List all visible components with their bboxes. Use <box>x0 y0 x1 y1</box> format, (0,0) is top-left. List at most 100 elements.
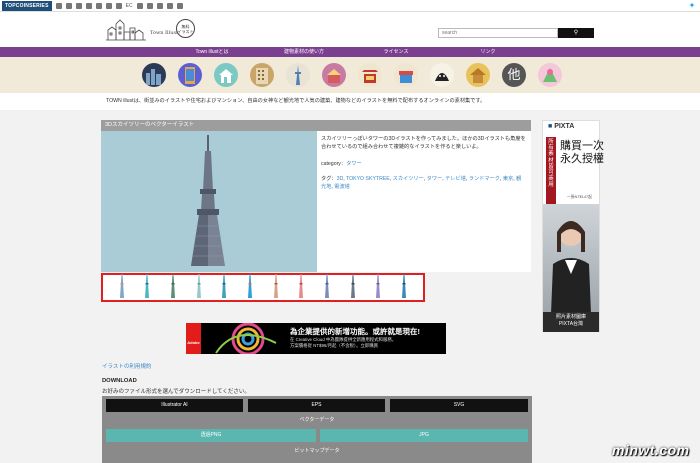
copy-icon[interactable] <box>65 2 72 9</box>
thumbnail-variant[interactable] <box>143 274 151 298</box>
badge-line2: イラスト <box>177 29 194 34</box>
search-input[interactable] <box>438 28 558 38</box>
side-ad-headline-2: 永久授權 <box>560 152 604 165</box>
building-icon[interactable] <box>178 63 202 87</box>
fish-icon[interactable] <box>136 2 143 9</box>
tag-link[interactable]: テレビ塔 <box>445 176 466 182</box>
tag-link[interactable]: タワー <box>427 176 443 182</box>
ad-subline-2: 方案價格從 NT$96/月起（不含稅）。立即購買 <box>290 343 379 348</box>
shop-icon[interactable] <box>394 63 418 87</box>
ad-headline: 為企業提供的新增功能。或許就是現在! <box>290 327 420 336</box>
tags-label: タグ： <box>321 176 337 182</box>
house-icon[interactable] <box>214 63 238 87</box>
search-box: ⚲ <box>438 28 594 38</box>
thumbnail-variant[interactable] <box>297 274 305 298</box>
side-ad-headline: 購買一次 永久授權 <box>560 139 604 165</box>
site-intro: TOWN illustは、街並みのイラストや住宅およびマンション、自由の女神など… <box>106 98 486 104</box>
clock-icon[interactable] <box>75 2 82 9</box>
tag-link[interactable]: 3D <box>337 176 344 182</box>
thumbnail-variant[interactable] <box>220 274 228 298</box>
article-title: 3Dスカイツリーのベクターイラスト <box>101 120 531 131</box>
thumbnail-variant[interactable] <box>400 274 408 298</box>
category-link[interactable]: タワー <box>346 161 362 167</box>
nav-item-links[interactable]: リンク <box>442 47 534 57</box>
tag-link[interactable]: 電波塔 <box>334 184 350 190</box>
site-header: Town Illust 無料 イラスト <box>0 12 700 47</box>
thumbnail-variant[interactable] <box>195 274 203 298</box>
download-eps-button[interactable]: EPS <box>248 399 385 412</box>
nav-item-about[interactable]: Town illustとは <box>166 47 258 57</box>
download-subtitle: お好みのファイル形式を選んでダウンロードしてください。 <box>102 389 250 395</box>
category-icon-strip: 他 <box>0 57 700 93</box>
side-ad-footer: 照片素材圖庫 PIXTA台灣 <box>543 312 599 332</box>
thumbnail-variant[interactable] <box>349 274 357 298</box>
color-variation-thumbnails <box>101 273 425 302</box>
side-ad-headline-1: 購買一次 <box>560 139 604 152</box>
search-button[interactable]: ⚲ <box>558 28 594 38</box>
free-illust-badge: 無料 イラスト <box>176 19 195 38</box>
thumbnail-variant[interactable] <box>272 274 280 298</box>
download-png-button[interactable]: 透過PNG <box>106 429 316 442</box>
main-nav: Town illustとは 建物素材の使い方 ライセンス リンク <box>0 47 700 57</box>
side-ad-footer-line2: PIXTA台灣 <box>558 321 584 327</box>
film-icon[interactable] <box>166 2 173 9</box>
nav-item-usage[interactable]: 建物素材の使い方 <box>258 47 350 57</box>
tag-link[interactable]: ランドマーク <box>469 176 500 182</box>
cart-icon[interactable] <box>146 2 153 9</box>
tag-icon[interactable] <box>115 2 122 9</box>
search-icon: ⚲ <box>573 30 579 36</box>
side-ad-red-band: 所有素材皆可商用 <box>546 137 556 209</box>
top-bar: TOPCOINSERIES EC ✦ <box>0 0 700 12</box>
castle-icon[interactable] <box>322 63 346 87</box>
pixta-logo-text: PIXTA <box>554 123 575 130</box>
other-label: 他 <box>507 67 521 82</box>
side-ad-price: 一張NT$147起 <box>567 195 592 199</box>
apartment-icon[interactable] <box>250 63 274 87</box>
side-ad-footer-line1: 照片素材圖庫 <box>555 314 586 320</box>
shrine-icon[interactable] <box>358 63 382 87</box>
skytree-icon <box>191 135 225 266</box>
home-icon[interactable] <box>176 2 183 9</box>
pixta-logo: ■ PIXTA <box>548 123 575 130</box>
skytree-illustration[interactable] <box>101 131 317 272</box>
thumbnail-variant[interactable] <box>374 274 382 298</box>
flower-icon[interactable] <box>538 63 562 87</box>
dome-icon[interactable] <box>430 63 454 87</box>
category-label: category： <box>321 161 347 167</box>
tag-link[interactable]: 東京 <box>503 176 513 182</box>
tag-link[interactable]: スカイツリー <box>393 176 424 182</box>
download-svg-button[interactable]: SVG <box>390 399 528 412</box>
watermark: minwt.com <box>612 442 690 458</box>
tag-link[interactable]: TOKYO SKYTREE <box>346 176 390 182</box>
temple-icon[interactable] <box>466 63 490 87</box>
side-ad-photo <box>543 204 599 314</box>
page-icon[interactable] <box>105 2 112 9</box>
music-icon[interactable] <box>156 2 163 9</box>
other-icon[interactable]: 他 <box>502 63 526 87</box>
bitmap-data-label: ビットマップデータ <box>294 448 340 454</box>
nav-item-license[interactable]: ライセンス <box>350 47 442 57</box>
article-description: スカイツリーっぽいタワーの3Dイラストを作ってみました。ほかの3Dイラストも角度… <box>321 136 526 150</box>
thumbnail-variant[interactable] <box>169 274 177 298</box>
heart-icon[interactable] <box>95 2 102 9</box>
vector-data-label: ベクターデータ <box>299 417 335 423</box>
terms-link[interactable]: イラストの利用規約 <box>102 362 151 370</box>
tower-icon[interactable] <box>286 63 310 87</box>
twitter-icon[interactable]: ✦ <box>687 1 697 10</box>
download-ai-button[interactable]: Illustrator AI <box>106 399 243 412</box>
adobe-logo-icon: Adobe <box>186 323 201 354</box>
logo-text: Town Illust <box>150 30 179 36</box>
bookmark-icon[interactable] <box>55 2 62 9</box>
adobe-brand: Adobe <box>187 340 200 345</box>
thumbnail-variant[interactable] <box>323 274 331 298</box>
ec-label[interactable]: EC <box>126 3 133 9</box>
thumbnail-variant[interactable] <box>118 274 126 298</box>
article-category: category：タワー <box>321 160 362 167</box>
article-tags: タグ：3D, TOKYO SKYTREE, スカイツリー, タワー, テレビ塔,… <box>321 176 522 190</box>
city-icon[interactable] <box>142 63 166 87</box>
thumbnail-variant[interactable] <box>246 274 254 298</box>
download-jpg-button[interactable]: JPG <box>320 429 528 442</box>
download-title: DOWNLOAD <box>102 378 137 384</box>
grid-icon[interactable] <box>85 2 92 9</box>
brand-badge[interactable]: TOPCOINSERIES <box>2 0 52 11</box>
